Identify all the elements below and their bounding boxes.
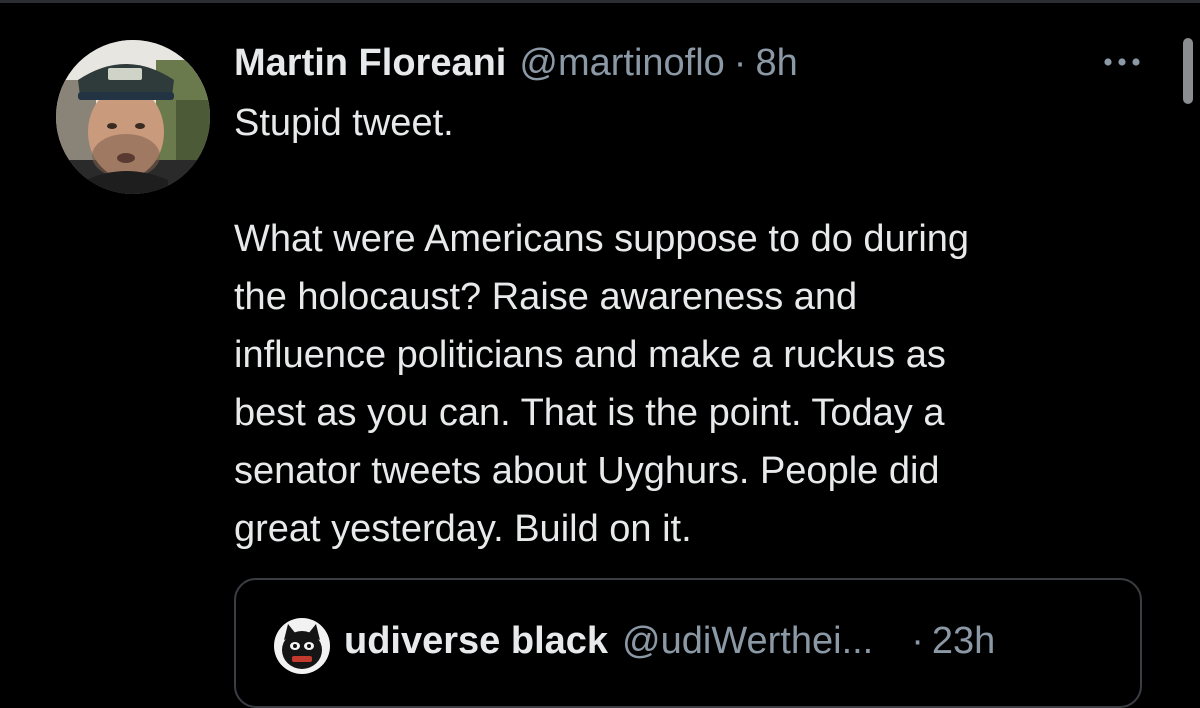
avatar-photo [56,40,210,194]
quoted-author-display-name[interactable]: udiverse black [344,620,608,663]
quoted-author-handle[interactable]: @udiWerthei... [622,620,873,663]
quoted-author-avatar[interactable] [274,618,330,674]
tweet-timestamp[interactable]: 8h [755,42,797,85]
separator-dot: · [733,41,747,84]
quoted-tweet-timestamp[interactable]: 23h [932,620,995,663]
scrollbar-thumb[interactable] [1183,38,1193,104]
more-options-button[interactable] [1098,42,1146,82]
tweet-text: Stupid tweet. What were Americans suppos… [234,102,970,550]
tweet-header: Martin Floreani @martinoflo · 8h [234,36,1174,90]
author-avatar[interactable] [56,40,210,194]
quoted-tweet-card[interactable]: udiverse black @udiWerthei... · 23h [234,578,1142,708]
quoted-separator-dot: · [911,620,924,662]
author-handle[interactable]: @martinoflo [519,42,724,85]
quoted-tweet-header: udiverse black @udiWerthei... · 23h [344,620,995,663]
more-horizontal-icon [1104,58,1140,66]
author-display-name[interactable]: Martin Floreani [234,42,506,85]
top-divider [0,0,1200,3]
quoted-avatar-photo [274,618,330,674]
tweet: Martin Floreani @martinoflo · 8h Stupid … [234,36,1174,558]
